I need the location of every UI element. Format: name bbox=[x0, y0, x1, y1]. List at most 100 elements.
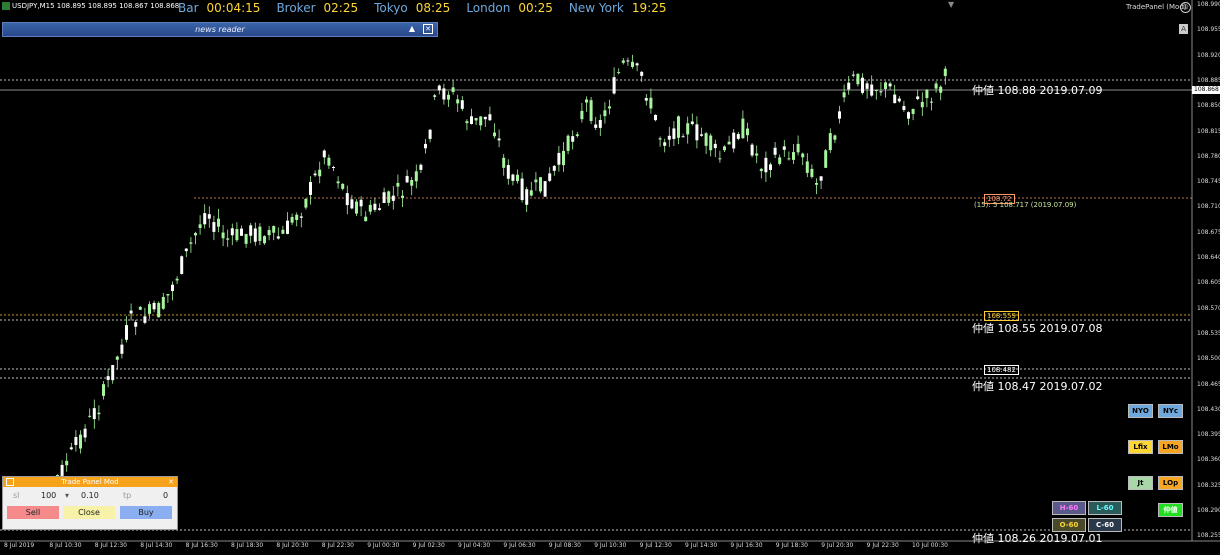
candle-body bbox=[65, 460, 69, 466]
indicator-button-c-60[interactable]: C-60 bbox=[1088, 518, 1122, 532]
candle-body bbox=[764, 157, 768, 173]
candle-body bbox=[470, 116, 473, 124]
close-icon[interactable]: ✕ bbox=[423, 24, 433, 34]
candle-body bbox=[571, 136, 575, 142]
price-tick-label: 108.500 bbox=[1197, 355, 1220, 363]
candle-body bbox=[447, 94, 450, 100]
candle-body bbox=[138, 306, 142, 310]
trade-panel-header[interactable]: Trade Panel Mod ✕ bbox=[3, 477, 177, 487]
sl-input[interactable]: 100 bbox=[41, 491, 56, 500]
indicator-button-lmo[interactable]: LMo bbox=[1158, 440, 1183, 454]
candle-body bbox=[387, 191, 391, 203]
indicator-button-nyo[interactable]: NYO bbox=[1128, 404, 1153, 418]
time-tick-label: 9 Jul 08:30 bbox=[548, 542, 581, 549]
expert-name: TradePanel (Mod) bbox=[1126, 3, 1187, 11]
lot-dropdown-icon[interactable]: ▾ bbox=[65, 491, 69, 500]
candle-body bbox=[281, 229, 285, 234]
candle-body bbox=[562, 150, 565, 166]
buy-button[interactable]: Buy bbox=[120, 506, 172, 519]
candle-body bbox=[157, 302, 161, 318]
indicator-button-lfix[interactable]: Lfix bbox=[1128, 440, 1153, 454]
candle-body bbox=[819, 176, 823, 181]
candle-body bbox=[332, 166, 335, 168]
candle-body bbox=[318, 169, 322, 177]
candle-body bbox=[617, 72, 621, 74]
candle-body bbox=[838, 111, 841, 119]
indicator-button-h-60[interactable]: H-60 bbox=[1052, 501, 1086, 515]
candle-body bbox=[235, 229, 239, 241]
candle-body bbox=[911, 108, 915, 114]
candle-body bbox=[626, 60, 630, 62]
candle-body bbox=[801, 153, 805, 158]
candle-body bbox=[787, 158, 791, 160]
candle-body bbox=[677, 116, 680, 138]
candle-body bbox=[736, 134, 740, 139]
candle-body bbox=[410, 179, 414, 186]
candle-body bbox=[207, 214, 211, 219]
level-label-1: 仲値 108.88 2019.07.09 bbox=[972, 84, 1103, 97]
candle-body bbox=[364, 216, 368, 222]
candle-body bbox=[778, 157, 782, 164]
tp-input[interactable]: 0 bbox=[163, 491, 168, 500]
sl-label: sl bbox=[13, 491, 20, 500]
candle-body bbox=[474, 117, 478, 121]
trade-panel[interactable]: Trade Panel Mod ✕ sl 100 ▾ 0.10 tp 0 Sel… bbox=[2, 476, 178, 530]
sell-button[interactable]: Sell bbox=[7, 506, 59, 519]
time-tick-label: 9 Jul 14:30 bbox=[685, 542, 718, 549]
candle-body bbox=[842, 92, 846, 98]
candle-body bbox=[870, 84, 874, 96]
candle-body bbox=[750, 144, 754, 156]
price-tick-label: 108.640 bbox=[1197, 254, 1220, 261]
candle-body bbox=[888, 83, 892, 87]
candle-body bbox=[824, 150, 828, 168]
candle-body bbox=[350, 199, 354, 209]
candle-body bbox=[723, 146, 726, 151]
candle-body bbox=[851, 74, 855, 76]
candle-body bbox=[240, 228, 243, 236]
candle-body bbox=[552, 165, 556, 171]
auto-scroll-button[interactable]: A bbox=[1179, 24, 1188, 34]
close-button[interactable]: Close bbox=[63, 506, 115, 519]
candle-body bbox=[460, 100, 464, 109]
chart-shift-icon[interactable]: ▼ bbox=[948, 0, 954, 9]
price-tick-label: 108.535 bbox=[1197, 329, 1220, 337]
indicator-button-nyc[interactable]: NYc bbox=[1158, 404, 1183, 418]
news-reader-bar[interactable]: news reader ▲ ✕ bbox=[2, 22, 438, 37]
indicator-button-l-60[interactable]: L-60 bbox=[1088, 501, 1122, 515]
candle-body bbox=[456, 99, 460, 104]
news-reader-title: news reader bbox=[195, 25, 245, 34]
candle-body bbox=[180, 256, 184, 274]
indicator-button-o-60[interactable]: O-60 bbox=[1052, 518, 1086, 532]
candle-body bbox=[451, 87, 455, 93]
price-tick-label: 108.360 bbox=[1197, 456, 1220, 464]
candle-body bbox=[405, 175, 409, 183]
candle-body bbox=[396, 182, 400, 187]
candle-body bbox=[649, 97, 653, 109]
candle-body bbox=[516, 174, 519, 182]
candle-body bbox=[672, 128, 676, 139]
candle-body bbox=[272, 226, 276, 233]
candle-body bbox=[525, 189, 529, 205]
time-tick-label: 9 Jul 18:30 bbox=[775, 542, 808, 549]
indicator-button-lop[interactable]: LOp bbox=[1158, 476, 1183, 490]
expert-smile-icon[interactable]: ☺ bbox=[1180, 2, 1191, 13]
candle-body bbox=[612, 77, 616, 94]
price-tick-label: 108.570 bbox=[1197, 304, 1220, 312]
lot-input[interactable]: 0.10 bbox=[81, 491, 99, 500]
candle-body bbox=[930, 101, 933, 103]
candle-body bbox=[212, 222, 216, 232]
minimize-icon[interactable] bbox=[6, 478, 14, 486]
candle-body bbox=[539, 177, 542, 192]
session-broker: Broker 02:25 bbox=[276, 1, 359, 15]
indicator-button-jt[interactable]: Jt bbox=[1128, 476, 1153, 490]
indicator-button-仲値[interactable]: 仲値 bbox=[1158, 503, 1183, 517]
time-tick-label: 9 Jul 10:30 bbox=[594, 542, 627, 549]
collapse-icon[interactable]: ▲ bbox=[407, 24, 417, 34]
candle-body bbox=[382, 192, 386, 203]
close-icon[interactable]: ✕ bbox=[168, 477, 174, 487]
candle-body bbox=[640, 71, 644, 76]
candle-body bbox=[79, 434, 82, 449]
candle-body bbox=[148, 304, 151, 314]
level-label-3: 仲値 108.47 2019.07.02 bbox=[972, 380, 1103, 393]
candle-body bbox=[92, 408, 96, 420]
